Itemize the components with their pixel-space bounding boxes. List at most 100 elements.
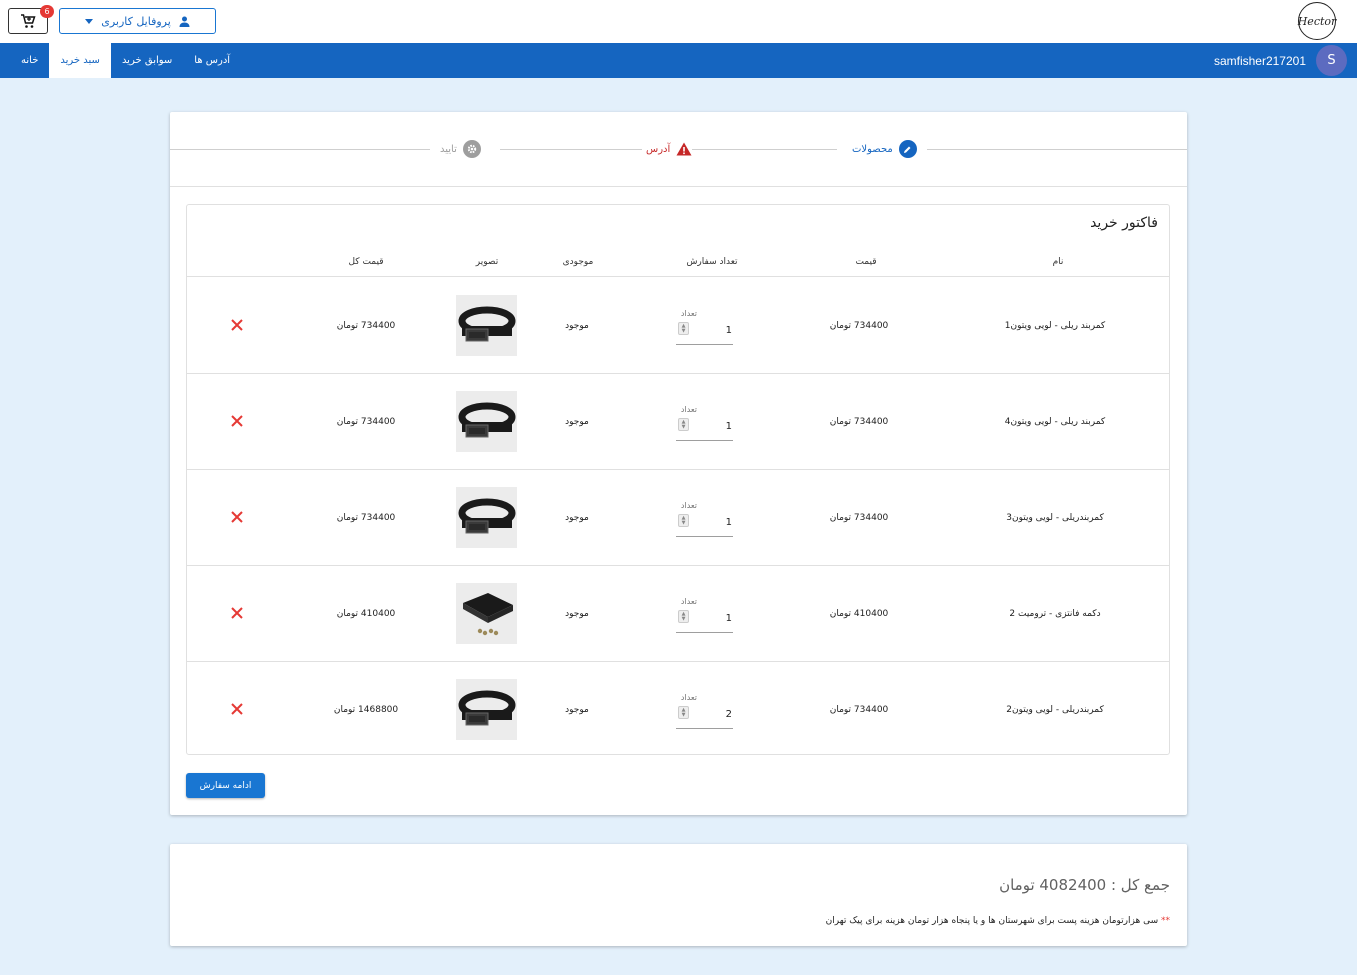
remove-item-icon[interactable] xyxy=(230,606,244,620)
nav-tab-home[interactable]: خانه xyxy=(10,43,49,78)
logo-text: Hector xyxy=(1297,14,1337,28)
product-image[interactable] xyxy=(456,487,517,548)
product-name[interactable]: کمربند ریلی - لویی ویتون1 xyxy=(1005,321,1105,331)
profile-dropdown-button[interactable]: پروفایل کاربری xyxy=(59,8,216,34)
main-navbar: خانه سبد خرید سوابق خرید آدرس ها samfish… xyxy=(0,43,1357,78)
pencil-icon xyxy=(898,140,917,158)
row-total-price: 1468800 تومان xyxy=(333,705,399,715)
step-address[interactable]: آدرس xyxy=(646,140,692,158)
grand-total: جمع کل : 4082400 تومان xyxy=(999,876,1170,894)
shipping-note: ** سی هزارتومان هزینه پست برای شهرستان ه… xyxy=(826,916,1170,926)
table-row: کمربندریلی - لویی ویتون2 734400 تومان تعدا… xyxy=(187,662,1169,758)
row-total-price: 734400 تومان xyxy=(336,321,396,331)
cart-icon xyxy=(21,13,36,28)
quantity-label: تعداد xyxy=(680,597,697,606)
table-header: نام قیمت تعداد سفارش موجودی تصویر قیمت ک… xyxy=(187,247,1169,277)
invoice-title: فاکتور خرید xyxy=(1090,215,1158,231)
product-image[interactable] xyxy=(456,679,517,740)
avatar: S xyxy=(1316,45,1347,76)
cart-card: محصولات آدرس تایید فاکتور خرید نام قیمت … xyxy=(170,112,1187,815)
product-price: 410400 تومان xyxy=(829,609,889,619)
top-header: Hector 6 پروفایل کاربری xyxy=(0,0,1357,43)
step-connector xyxy=(692,149,837,150)
step-products[interactable]: محصولات xyxy=(852,140,917,158)
quantity-value: 1 xyxy=(725,517,732,528)
table-row: کمربند ریلی - لویی ویتون4 734400 تومان تعد… xyxy=(187,374,1169,470)
nav-tabs: خانه سبد خرید سوابق خرید آدرس ها xyxy=(10,43,241,78)
spin-arrows-icon[interactable]: ▲ ▼ xyxy=(678,706,689,719)
remove-item-icon[interactable] xyxy=(230,414,244,428)
remove-item-icon[interactable] xyxy=(230,318,244,332)
quantity-value: 1 xyxy=(725,421,732,432)
product-price: 734400 تومان xyxy=(829,321,889,331)
user-icon xyxy=(179,16,190,27)
column-header-price: قیمت xyxy=(855,257,877,267)
cart-count-badge: 6 xyxy=(40,5,54,18)
step-label: تایید xyxy=(440,143,457,155)
column-header-name: نام xyxy=(1052,257,1064,267)
nav-tab-cart[interactable]: سبد خرید xyxy=(49,43,111,78)
product-price: 734400 تومان xyxy=(829,705,889,715)
profile-label: پروفایل کاربری xyxy=(101,14,171,28)
note-text: سی هزارتومان هزینه پست برای شهرستان ها و… xyxy=(825,916,1159,926)
user-menu[interactable]: samfisher217201 S xyxy=(1214,45,1347,76)
table-row: کمربند ریلی - لویی ویتون1 734400 تومان تعد… xyxy=(187,278,1169,374)
quantity-value: 2 xyxy=(725,709,732,720)
warning-icon xyxy=(676,142,692,156)
brand-logo[interactable]: Hector xyxy=(1298,2,1336,40)
step-connector xyxy=(927,149,1187,150)
column-header-total: قیمت کل xyxy=(348,257,384,267)
column-header-image: تصویر xyxy=(475,257,499,267)
checkout-stepper: محصولات آدرس تایید xyxy=(170,112,1187,187)
step-label: آدرس xyxy=(646,143,671,155)
step-confirm[interactable]: تایید xyxy=(440,140,481,158)
stock-status: موجود xyxy=(565,609,589,619)
continue-order-button[interactable]: ادامه سفارش xyxy=(186,773,265,798)
quantity-stepper[interactable]: تعداد ▲ ▼ 2 xyxy=(676,693,733,729)
quantity-label: تعداد xyxy=(680,309,697,318)
row-total-price: 734400 تومان xyxy=(336,513,396,523)
spin-arrows-icon[interactable]: ▲ ▼ xyxy=(678,610,689,623)
remove-item-icon[interactable] xyxy=(230,510,244,524)
invoice-table: فاکتور خرید نام قیمت تعداد سفارش موجودی … xyxy=(186,204,1170,755)
product-image[interactable] xyxy=(456,391,517,452)
table-row: دکمه فانتزی - ترومیت 2 410400 تومان تعداد ▲… xyxy=(187,566,1169,662)
quantity-value: 1 xyxy=(725,325,732,336)
spin-arrows-icon[interactable]: ▲ ▼ xyxy=(678,514,689,527)
step-connector xyxy=(170,149,430,150)
product-name[interactable]: دکمه فانتزی - ترومیت 2 xyxy=(1009,609,1100,619)
spin-arrows-icon[interactable]: ▲ ▼ xyxy=(678,418,689,431)
step-label: محصولات xyxy=(852,143,893,155)
product-image[interactable] xyxy=(456,295,517,356)
gear-icon xyxy=(462,140,481,158)
quantity-stepper[interactable]: تعداد ▲ ▼ 1 xyxy=(676,309,733,345)
quantity-label: تعداد xyxy=(680,405,697,414)
remove-item-icon[interactable] xyxy=(230,702,244,716)
spin-arrows-icon[interactable]: ▲ ▼ xyxy=(678,322,689,335)
product-price: 734400 تومان xyxy=(829,417,889,427)
table-row: کمربندریلی - لویی ویتون3 734400 تومان تعدا… xyxy=(187,470,1169,566)
row-total-price: 734400 تومان xyxy=(336,417,396,427)
note-stars: ** xyxy=(1161,916,1170,926)
cart-button[interactable]: 6 xyxy=(8,5,54,34)
stock-status: موجود xyxy=(565,321,589,331)
step-connector xyxy=(500,149,642,150)
product-name[interactable]: کمربندریلی - لویی ویتون3 xyxy=(1006,513,1104,523)
product-name[interactable]: کمربندریلی - لویی ویتون2 xyxy=(1006,705,1104,715)
column-header-quantity: تعداد سفارش xyxy=(686,257,738,267)
row-total-price: 410400 تومان xyxy=(336,609,396,619)
product-name[interactable]: کمربند ریلی - لویی ویتون4 xyxy=(1005,417,1105,427)
quantity-label: تعداد xyxy=(680,693,697,702)
quantity-stepper[interactable]: تعداد ▲ ▼ 1 xyxy=(676,597,733,633)
nav-tab-purchase-history[interactable]: سوابق خرید xyxy=(111,43,183,78)
quantity-label: تعداد xyxy=(680,501,697,510)
stock-status: موجود xyxy=(565,705,589,715)
stock-status: موجود xyxy=(565,417,589,427)
stock-status: موجود xyxy=(565,513,589,523)
nav-tab-addresses[interactable]: آدرس ها xyxy=(183,43,241,78)
column-header-stock: موجودی xyxy=(562,257,594,267)
quantity-stepper[interactable]: تعداد ▲ ▼ 1 xyxy=(676,501,733,537)
summary-card: جمع کل : 4082400 تومان ** سی هزارتومان ه… xyxy=(170,844,1187,946)
product-image[interactable] xyxy=(456,583,517,644)
quantity-stepper[interactable]: تعداد ▲ ▼ 1 xyxy=(676,405,733,441)
